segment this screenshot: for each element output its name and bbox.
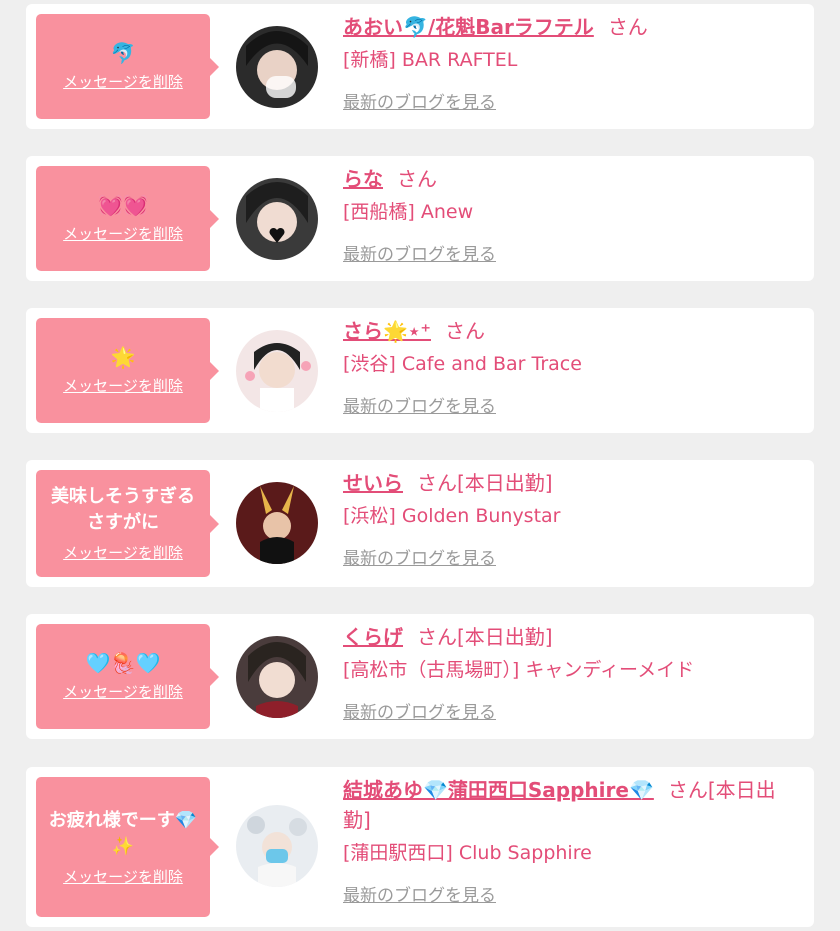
message-text: 🐬: [110, 41, 136, 65]
avatar[interactable]: [236, 330, 318, 412]
message-bubble: 🌟 メッセージを削除: [36, 318, 219, 423]
latest-blog-link[interactable]: 最新のブログを見る: [343, 392, 496, 417]
message-bubble: 🩵🪼🩵 メッセージを削除: [36, 624, 219, 729]
honorific: さん: [397, 167, 437, 191]
list-item: 🌟 メッセージを削除 さら🌟⋆⁺ さん [渋谷] Cafe and Bar Tra…: [26, 308, 814, 433]
honorific: さん[本日出勤]: [417, 471, 553, 495]
list-item: 🐬 メッセージを削除 あおい🐬/花魁Barラフテル さん [新橋] BAR RAF…: [26, 4, 814, 129]
message-text: 🌟: [110, 345, 136, 369]
name-line: せいら さん[本日出勤]: [343, 468, 794, 498]
cast-name-link[interactable]: さら🌟⋆⁺: [343, 319, 431, 343]
cast-name-link[interactable]: 結城あゆ💎蒲田西口Sapphire💎: [343, 778, 654, 802]
cast-name-link[interactable]: あおい🐬/花魁Barラフテル: [343, 15, 594, 39]
delete-message-link[interactable]: メッセージを削除: [63, 681, 183, 702]
shop-name: [渋谷] Cafe and Bar Trace: [343, 353, 582, 375]
list-item: 🩵🪼🩵 メッセージを削除 くらげ さん[本日出勤] [高松市（古馬場町）] キャン…: [26, 614, 814, 739]
shop-name: [浜松] Golden Bunystar: [343, 505, 561, 527]
shop-name: [西船橋] Anew: [343, 201, 474, 223]
latest-blog-link[interactable]: 最新のブログを見る: [343, 698, 496, 723]
latest-blog-link[interactable]: 最新のブログを見る: [343, 88, 496, 113]
cast-name-link[interactable]: くらげ: [343, 625, 403, 649]
cast-name-link[interactable]: らな: [343, 167, 383, 191]
avatar[interactable]: [236, 636, 318, 718]
shop-name: [新橋] BAR RAFTEL: [343, 49, 518, 71]
message-text: 美味しそうすぎるさすがに: [51, 486, 195, 533]
avatar[interactable]: [236, 26, 318, 108]
message-list: 🐬 メッセージを削除 あおい🐬/花魁Barラフテル さん [新橋] BAR RAF…: [0, 0, 840, 931]
list-item: お疲れ様でーす💎✨ メッセージを削除 結城あゆ💎蒲田西口Sapphire💎 さん[…: [26, 767, 814, 927]
avatar[interactable]: [236, 178, 318, 260]
message-text: 🩵🪼🩵: [85, 651, 161, 675]
honorific: さん: [444, 319, 485, 343]
message-text: お疲れ様でーす💎✨: [48, 809, 198, 857]
honorific: さん: [607, 15, 648, 39]
message-bubble: 🐬 メッセージを削除: [36, 14, 219, 119]
latest-blog-link[interactable]: 最新のブログを見る: [343, 881, 496, 906]
cast-name-link[interactable]: せいら: [343, 471, 403, 495]
delete-message-link[interactable]: メッセージを削除: [63, 71, 183, 92]
name-line: 結城あゆ💎蒲田西口Sapphire💎 さん[本日出勤]: [343, 775, 794, 835]
avatar[interactable]: [236, 482, 318, 564]
message-bubble: 美味しそうすぎるさすがに メッセージを削除: [36, 470, 219, 577]
shop-name: [蒲田駅西口] Club Sapphire: [343, 842, 592, 864]
delete-message-link[interactable]: メッセージを削除: [63, 223, 183, 244]
name-line: あおい🐬/花魁Barラフテル さん: [343, 12, 794, 42]
message-text: 💓💓: [98, 193, 148, 217]
list-item: 美味しそうすぎるさすがに メッセージを削除 せいら さん[本日出勤] [浜松] G…: [26, 460, 814, 587]
name-line: くらげ さん[本日出勤]: [343, 622, 794, 652]
latest-blog-link[interactable]: 最新のブログを見る: [343, 240, 496, 265]
shop-name: [高松市（古馬場町）] キャンディーメイド: [343, 659, 695, 681]
message-bubble: お疲れ様でーす💎✨ メッセージを削除: [36, 777, 219, 917]
avatar[interactable]: [236, 805, 318, 887]
delete-message-link[interactable]: メッセージを削除: [63, 375, 183, 396]
delete-message-link[interactable]: メッセージを削除: [63, 542, 183, 563]
name-line: さら🌟⋆⁺ さん: [343, 316, 794, 346]
name-line: らな さん: [343, 164, 794, 194]
message-bubble: 💓💓 メッセージを削除: [36, 166, 219, 271]
list-item: 💓💓 メッセージを削除 らな さん [西船橋] Anew 最新のブログを見る: [26, 156, 814, 281]
honorific: さん[本日出勤]: [417, 625, 553, 649]
latest-blog-link[interactable]: 最新のブログを見る: [343, 544, 496, 569]
delete-message-link[interactable]: メッセージを削除: [63, 866, 183, 887]
